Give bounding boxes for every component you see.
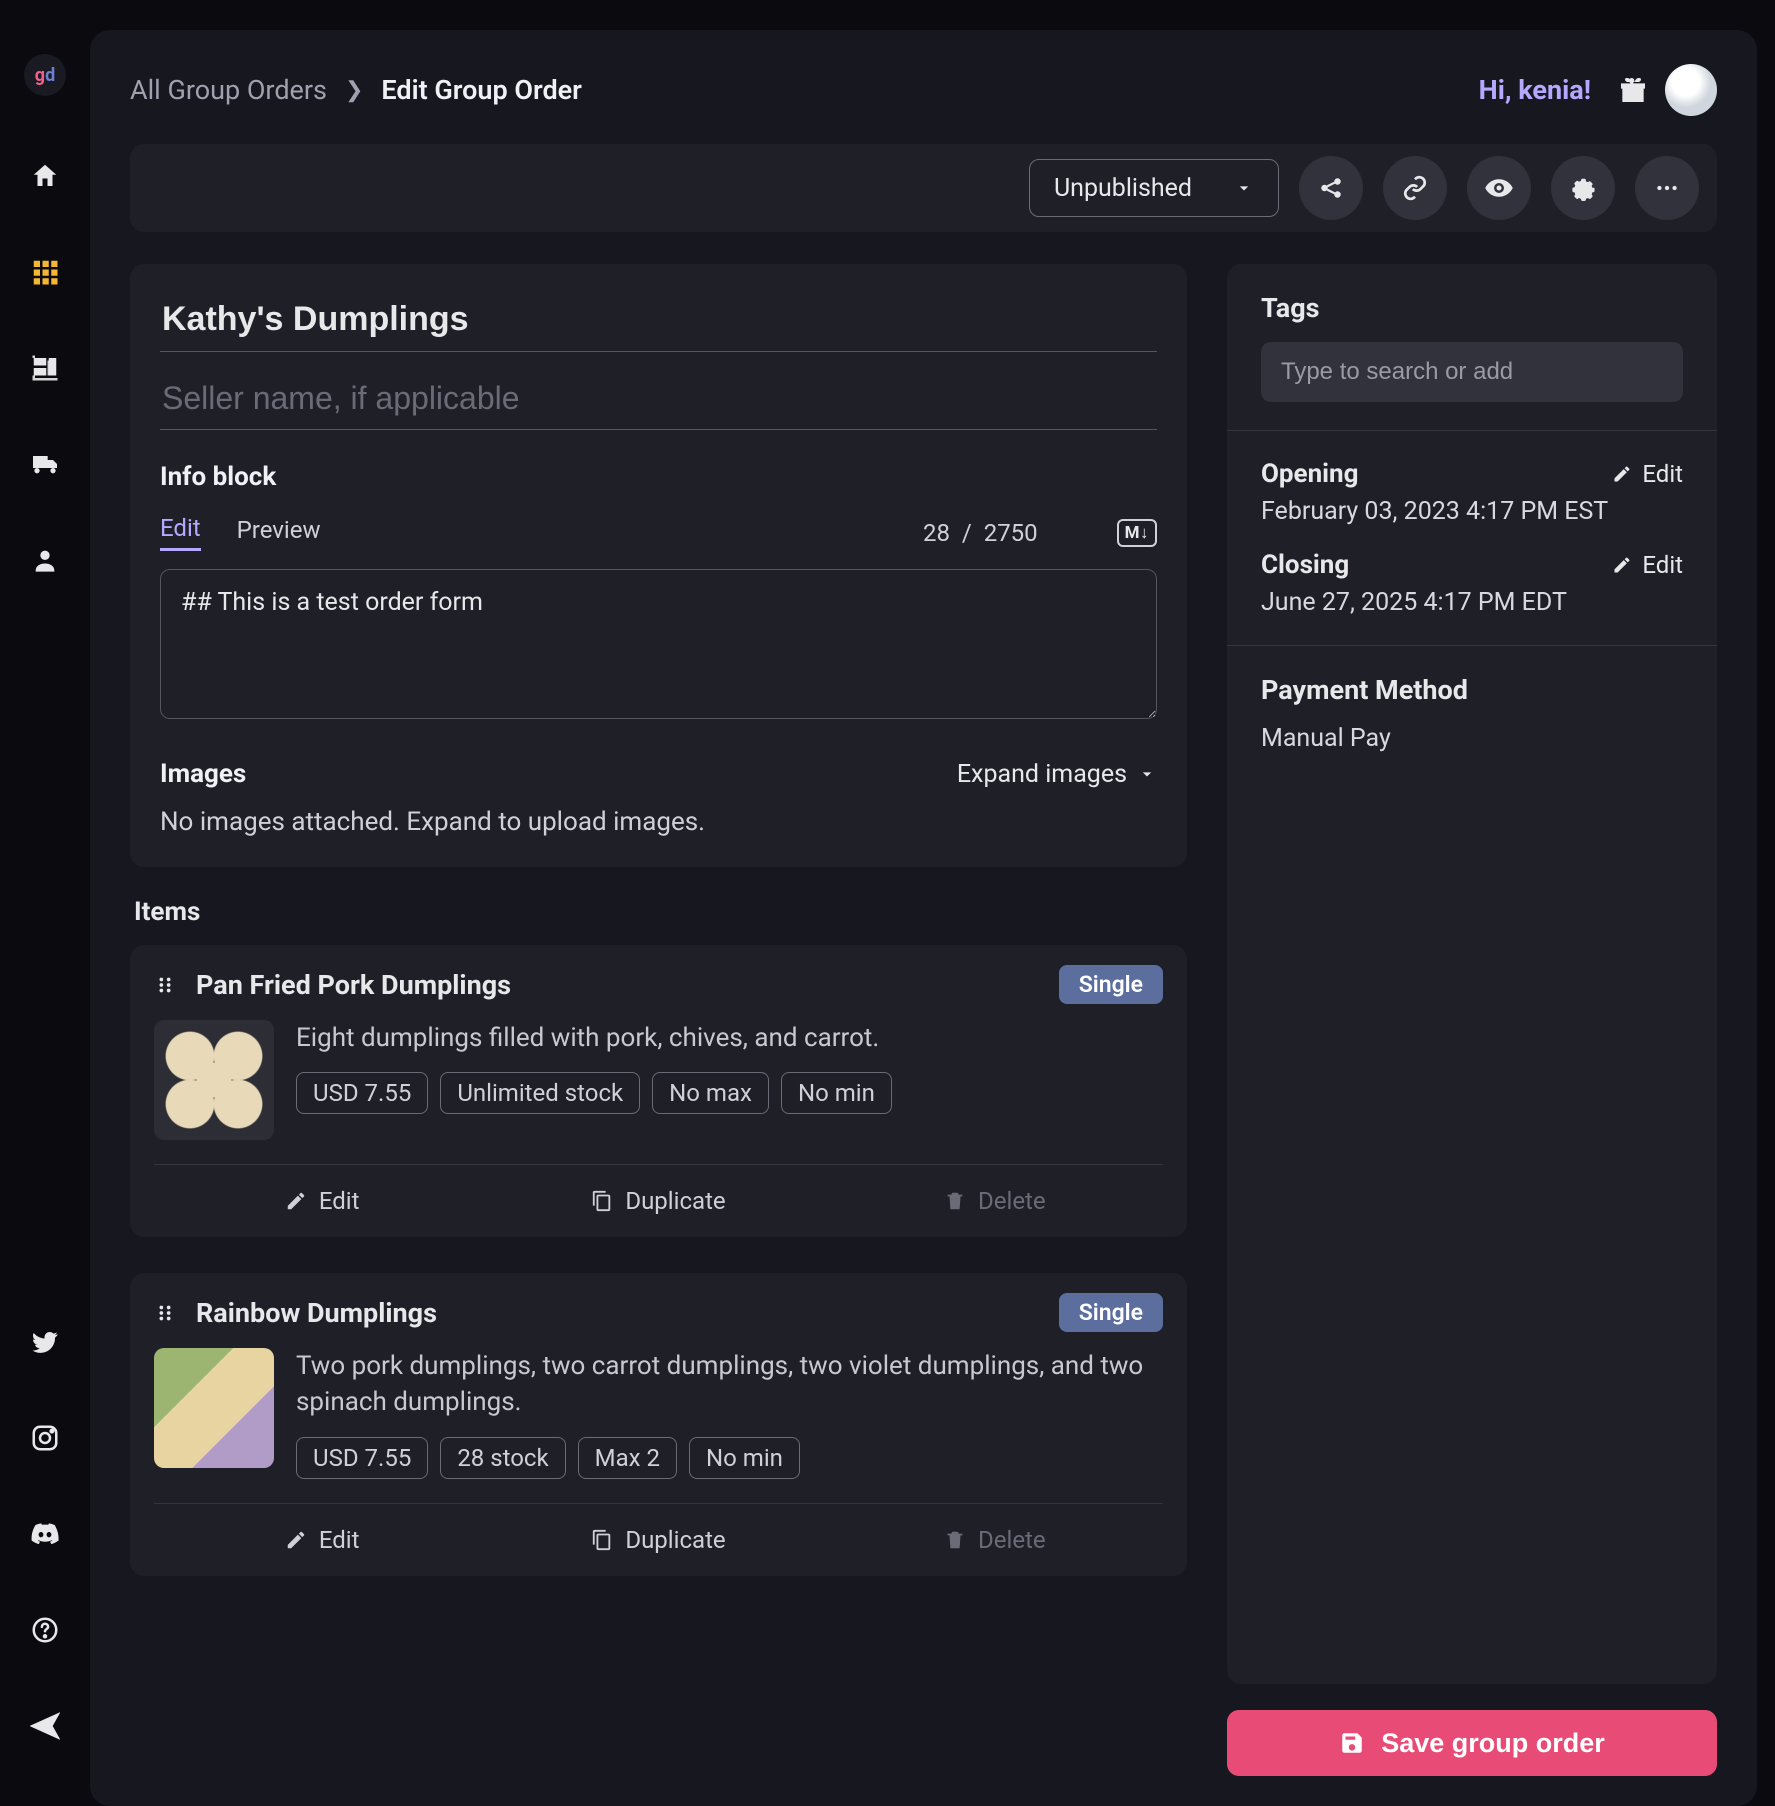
seller-name-input[interactable] [160, 372, 1157, 430]
status-dropdown[interactable]: Unpublished [1029, 159, 1279, 217]
avatar[interactable] [1665, 64, 1717, 116]
item-duplicate-button[interactable]: Duplicate [490, 1165, 826, 1237]
breadcrumb: All Group Orders ❯ Edit Group Order [130, 74, 582, 106]
item-duplicate-button[interactable]: Duplicate [490, 1504, 826, 1576]
form-scroll[interactable]: Info block Edit Preview 28 / 2750 M↓ Ima… [130, 264, 1195, 1806]
send-icon[interactable] [25, 1706, 65, 1746]
info-textarea[interactable] [160, 569, 1157, 719]
item-card: Rainbow Dumplings Single Two pork dumpli… [130, 1273, 1187, 1576]
item-type-badge: Single [1059, 965, 1163, 1004]
social-discord-icon[interactable] [25, 1514, 65, 1554]
tags-input[interactable] [1261, 342, 1683, 402]
char-count: 28 / 2750 [923, 519, 1038, 547]
pencil-icon [285, 1190, 307, 1212]
item-thumbnail [154, 1020, 274, 1140]
chevron-down-icon [1137, 764, 1157, 784]
item-description: Two pork dumplings, two carrot dumplings… [296, 1348, 1163, 1421]
share-button[interactable] [1299, 156, 1363, 220]
chip-stock: 28 stock [440, 1437, 565, 1479]
items-header: Items [134, 897, 1187, 927]
item-delete-button[interactable]: Delete [827, 1165, 1163, 1237]
trash-icon [944, 1529, 966, 1551]
chip-price: USD 7.55 [296, 1072, 428, 1114]
nav-shipping-icon[interactable] [25, 444, 65, 484]
closing-value: June 27, 2025 4:17 PM EDT [1261, 588, 1683, 617]
nav-profile-icon[interactable] [25, 540, 65, 580]
nav-home-icon[interactable] [25, 156, 65, 196]
opening-label: Opening [1261, 459, 1612, 489]
opening-value: February 03, 2023 4:17 PM EST [1261, 497, 1683, 526]
drag-handle-icon[interactable] [154, 974, 176, 996]
item-thumbnail [154, 1348, 274, 1468]
tags-label: Tags [1261, 292, 1683, 324]
payment-method-value: Manual Pay [1261, 724, 1683, 753]
more-button[interactable] [1635, 156, 1699, 220]
tab-preview[interactable]: Preview [237, 516, 321, 550]
breadcrumb-current: Edit Group Order [381, 74, 582, 106]
item-edit-button[interactable]: Edit [154, 1504, 490, 1576]
help-icon[interactable] [25, 1610, 65, 1650]
chip-min: No min [781, 1072, 892, 1114]
save-icon [1339, 1730, 1365, 1756]
markdown-badge-icon: M↓ [1117, 519, 1157, 547]
chevron-down-icon [1234, 178, 1254, 198]
chip-stock: Unlimited stock [440, 1072, 640, 1114]
chip-max: Max 2 [578, 1437, 677, 1479]
social-twitter-icon[interactable] [25, 1322, 65, 1362]
drag-handle-icon[interactable] [154, 1302, 176, 1324]
payment-method-label: Payment Method [1261, 674, 1683, 706]
settings-button[interactable] [1551, 156, 1615, 220]
closing-edit-button[interactable]: Edit [1612, 551, 1683, 579]
order-info-panel: Info block Edit Preview 28 / 2750 M↓ Ima… [130, 264, 1187, 867]
chip-max: No max [652, 1072, 769, 1114]
sidebar: gd [0, 14, 90, 1806]
pencil-icon [1612, 464, 1632, 484]
toolbar: Unpublished [130, 144, 1717, 232]
info-block-label: Info block [160, 462, 1157, 492]
greeting: Hi, kenia! [1479, 74, 1591, 106]
chevron-right-icon: ❯ [345, 78, 363, 103]
breadcrumb-root[interactable]: All Group Orders [130, 74, 327, 106]
link-button[interactable] [1383, 156, 1447, 220]
copy-icon [591, 1190, 613, 1212]
closing-label: Closing [1261, 550, 1612, 580]
item-description: Eight dumplings filled with pork, chives… [296, 1020, 1163, 1056]
expand-images-button[interactable]: Expand images [957, 760, 1157, 789]
chip-min: No min [689, 1437, 800, 1479]
app-logo[interactable]: gd [24, 54, 66, 96]
chip-price: USD 7.55 [296, 1437, 428, 1479]
item-title: Rainbow Dumplings [196, 1297, 1039, 1329]
pencil-icon [285, 1529, 307, 1551]
preview-button[interactable] [1467, 156, 1531, 220]
item-delete-button[interactable]: Delete [827, 1504, 1163, 1576]
status-value: Unpublished [1054, 174, 1192, 203]
order-title-input[interactable] [160, 292, 1157, 352]
item-type-badge: Single [1059, 1293, 1163, 1332]
save-button[interactable]: Save group order [1227, 1710, 1717, 1776]
images-empty-text: No images attached. Expand to upload ima… [160, 807, 1157, 837]
nav-grid-icon[interactable] [25, 252, 65, 292]
item-edit-button[interactable]: Edit [154, 1165, 490, 1237]
tab-edit[interactable]: Edit [160, 514, 201, 551]
item-title: Pan Fried Pork Dumplings [196, 969, 1039, 1001]
item-card: Pan Fried Pork Dumplings Single Eight du… [130, 945, 1187, 1237]
pencil-icon [1612, 555, 1632, 575]
nav-inventory-icon[interactable] [25, 348, 65, 388]
opening-edit-button[interactable]: Edit [1612, 460, 1683, 488]
trash-icon [944, 1190, 966, 1212]
images-label: Images [160, 759, 246, 789]
social-instagram-icon[interactable] [25, 1418, 65, 1458]
gift-icon[interactable] [1613, 70, 1653, 110]
copy-icon [591, 1529, 613, 1551]
